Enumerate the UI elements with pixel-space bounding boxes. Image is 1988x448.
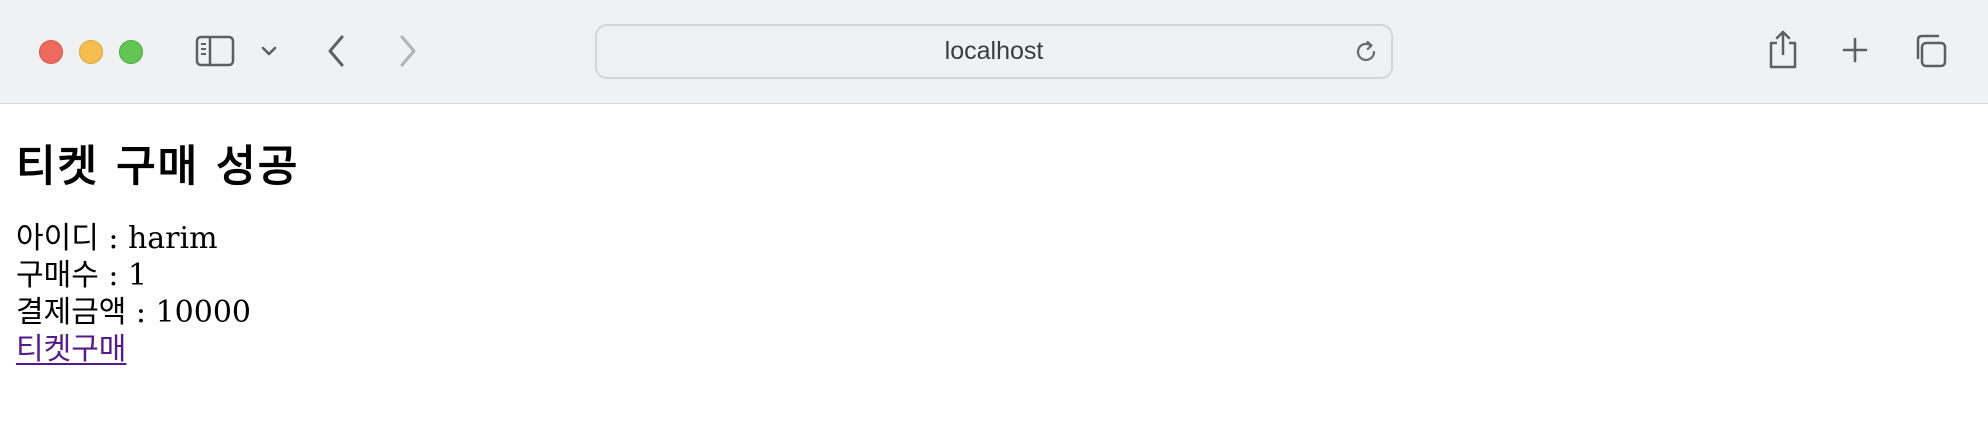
window-zoom-button[interactable] [119, 40, 143, 64]
reload-icon [1353, 39, 1379, 65]
address-bar[interactable]: localhost [595, 24, 1393, 79]
tab-overview-button[interactable] [1912, 33, 1948, 69]
back-arrow-icon [325, 34, 347, 68]
payment-amount-row: 결제금액 : 10000 [16, 295, 252, 330]
new-tab-button[interactable] [1840, 34, 1870, 66]
window-minimize-button[interactable] [79, 40, 103, 64]
chevron-down-icon [260, 45, 278, 57]
page-content: 티켓 구매 성공 아이디 : harim 구매수 : 1 결제금액 : 1000… [16, 104, 299, 368]
buy-ticket-link[interactable]: 티켓구매 [16, 331, 126, 368]
page-title: 티켓 구매 성공 [16, 142, 300, 192]
sidebar-icon [195, 35, 235, 67]
reload-button[interactable] [1353, 39, 1379, 65]
plus-icon [1841, 36, 1869, 64]
sidebar-toggle-button[interactable] [193, 32, 237, 70]
forward-arrow-icon [397, 34, 419, 68]
browser-toolbar: localhost [0, 0, 1988, 104]
forward-button[interactable] [394, 30, 422, 72]
share-icon [1767, 29, 1799, 71]
sidebar-menu-button[interactable] [258, 38, 280, 64]
quantity-row: 구매수 : 1 [16, 258, 148, 293]
address-text: localhost [944, 37, 1044, 65]
purchase-info: 아이디 : harim 구매수 : 1 결제금액 : 10000 티켓구매 [16, 220, 299, 368]
back-button[interactable] [322, 30, 350, 72]
window-close-button[interactable] [39, 40, 63, 64]
tabs-icon [1912, 33, 1948, 69]
share-button[interactable] [1766, 28, 1800, 72]
user-id-row: 아이디 : harim [16, 221, 218, 256]
